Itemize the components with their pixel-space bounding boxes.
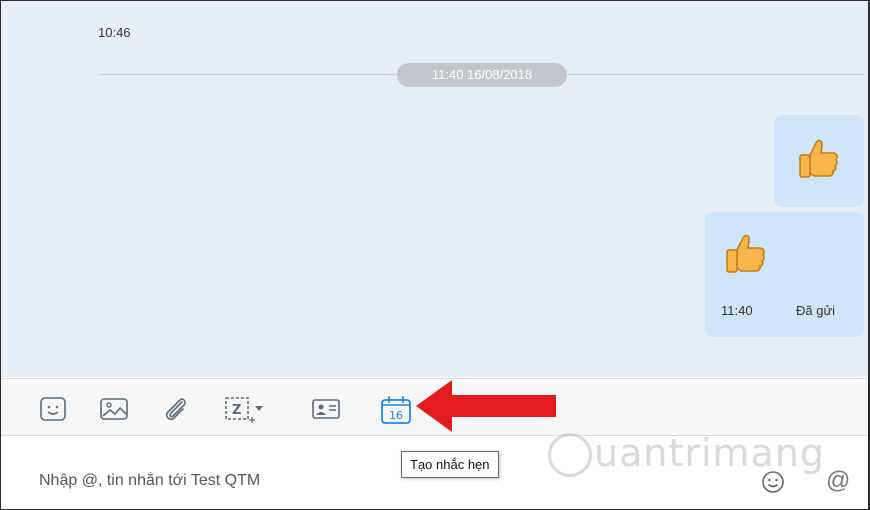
sticker-button[interactable] (38, 394, 70, 424)
red-pointer-arrow-icon (416, 380, 556, 432)
watermark-logo (548, 433, 592, 477)
screenshot-button[interactable]: Z (223, 394, 267, 424)
create-reminder-button[interactable]: 16 (379, 394, 411, 424)
message-status: Đã gửi (796, 303, 836, 318)
svg-text:16: 16 (389, 409, 403, 422)
emoji-icon (762, 471, 784, 493)
reminder-tooltip: Tạo nhắc hẹn (401, 451, 499, 478)
sent-sticker-message-last[interactable]: 11:40 Đã gửi (705, 212, 864, 337)
message-list[interactable]: 10:46 11:40 16/08/2018 11:40 Đã gửi (1, 1, 868, 377)
thumbs-up-icon (726, 234, 765, 273)
contact-card-icon (312, 399, 340, 419)
attachment-icon (165, 398, 186, 421)
emoji-button[interactable] (761, 470, 785, 494)
watermark: uantrimang (594, 431, 826, 475)
attach-file-button[interactable] (161, 394, 193, 424)
send-image-button[interactable] (98, 394, 130, 424)
chat-window: 10:46 11:40 16/08/2018 11:40 Đã gửi Z 16… (0, 0, 870, 510)
message-time: 11:40 (721, 303, 753, 318)
sticker-icon (40, 397, 66, 421)
send-contact-card-button[interactable] (310, 394, 342, 424)
mention-button[interactable]: @ (826, 467, 852, 495)
svg-text:Z: Z (232, 403, 241, 418)
thumbs-up-icon (799, 139, 838, 178)
previous-message-time: 10:46 (98, 25, 131, 40)
calendar-reminder-icon: 16 (381, 396, 411, 424)
screenshot-icon: Z (225, 397, 263, 423)
date-separator: 11:40 16/08/2018 (397, 63, 567, 87)
sent-sticker-message[interactable] (774, 115, 864, 207)
image-icon (100, 398, 128, 420)
